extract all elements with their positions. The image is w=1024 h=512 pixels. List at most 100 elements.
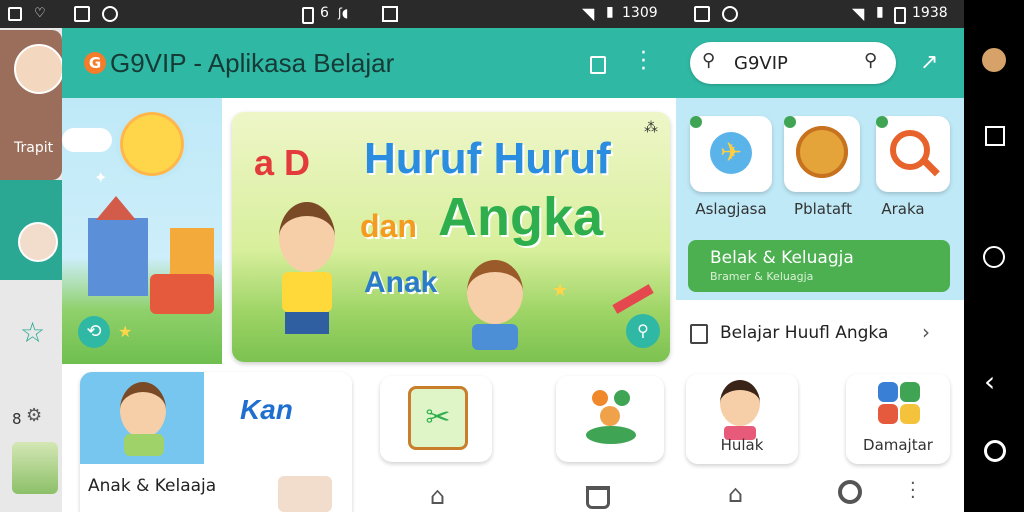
square-icon	[382, 6, 398, 22]
search-icon: ⚲	[702, 50, 716, 71]
girl-character	[460, 260, 530, 350]
more-menu-icon[interactable]: · · ·	[640, 43, 647, 81]
list-item[interactable]: Belajar Huufl Angka ›	[676, 312, 964, 356]
search-icon[interactable]	[838, 480, 862, 504]
tile-label: Aslagjasa	[695, 200, 767, 218]
system-nav-bar: ‹	[964, 0, 1024, 512]
hero-line3: Anak	[364, 266, 438, 299]
window-button[interactable]	[590, 56, 606, 74]
bottom-card-label: Hulak	[720, 436, 764, 454]
image-icon	[8, 7, 22, 21]
left-strip-card[interactable]: Trapit	[0, 30, 64, 180]
green-card[interactable]: Belak & Keluagja Bramer & Keluagja	[688, 240, 950, 292]
star-icon: ★	[552, 280, 569, 301]
castle-roof	[96, 196, 136, 220]
hero-corner-icon: ⁂	[644, 120, 658, 136]
cloud	[62, 128, 112, 152]
search-input[interactable]: G9VIP	[734, 53, 788, 74]
category-card-child[interactable]: Kan Anak & Kelaaja	[80, 372, 352, 512]
sync-icon	[102, 6, 118, 22]
left-banner[interactable]: ✦ ⟲ ★	[62, 98, 222, 364]
signal-icon: ▮	[876, 4, 884, 20]
category-label: Anak & Kelaaja	[88, 476, 217, 496]
bottom-card-hulak[interactable]: Hulak	[686, 374, 798, 464]
vibrate-icon: ʃ◖	[338, 6, 349, 20]
recents-button[interactable]	[985, 126, 1005, 146]
status-time: 1938	[912, 5, 948, 21]
list-item-label: Belajar Huufl Angka	[720, 323, 889, 343]
castle-toy	[88, 218, 148, 296]
image-icon	[694, 6, 710, 22]
left-strip-number: 8	[12, 410, 22, 428]
home-icon[interactable]: ⌂	[430, 482, 445, 510]
more-menu-icon[interactable]: · · ·	[910, 475, 916, 507]
home-icon[interactable]: ⌂	[728, 480, 743, 508]
tile-airplane[interactable]: ✈	[690, 116, 772, 192]
share-button[interactable]: ⟲	[78, 316, 110, 348]
leaf-icon: ✂	[408, 386, 468, 450]
leaf-dot	[784, 116, 796, 128]
puzzle-icon	[878, 382, 922, 426]
app-bar: G G9VIP - Aplikasa Belajar · · ·	[62, 28, 676, 98]
share-icon[interactable]: ↗	[920, 50, 938, 75]
battery-icon	[302, 7, 314, 24]
magnifier-handle	[922, 158, 940, 177]
cup-icon[interactable]	[586, 486, 610, 509]
hero-prefix: a D	[254, 142, 311, 183]
search-box[interactable]: ⚲ G9VIP ⚲	[690, 42, 896, 84]
image-icon	[74, 6, 90, 22]
app-logo: G	[84, 52, 106, 74]
left-strip-label: Trapit	[14, 140, 54, 156]
category-card-leaf[interactable]: ✂	[380, 376, 492, 462]
boy-thumbnail	[278, 476, 332, 512]
bottom-card-damajtar[interactable]: Damajtar	[846, 374, 950, 464]
back-button[interactable]: ‹	[984, 368, 995, 396]
book-icon	[690, 324, 708, 344]
zoom-button[interactable]: ⚲	[626, 314, 660, 348]
child-thumbnail	[80, 372, 204, 464]
avatar[interactable]	[982, 48, 1006, 72]
search-icon[interactable]: ⚲	[864, 50, 877, 71]
left-avatar-small[interactable]	[18, 222, 58, 262]
hero-banner[interactable]: a D Huruf Huruf dan Angka Anak ★ ⁂ ⚲	[232, 112, 670, 362]
center-status-bar: 6 ʃ◖ ◥ ▮ 1309	[62, 0, 676, 28]
sun-character	[116, 108, 188, 180]
tile-search[interactable]	[876, 116, 950, 192]
airplane-icon: ✈	[710, 132, 752, 174]
green-card-subtitle: Bramer & Keluagja	[710, 270, 814, 283]
girl-icon	[718, 380, 762, 440]
bottom-card-label: Damajtar	[863, 436, 933, 454]
star-icon[interactable]: ☆	[20, 316, 45, 349]
assistant-icon[interactable]	[984, 440, 1006, 462]
leaf-dot	[690, 116, 702, 128]
star-icon: ★	[118, 322, 133, 341]
carrier-text: 6	[320, 5, 329, 21]
crayon	[612, 284, 654, 314]
wifi-icon: ◥	[582, 4, 595, 23]
avatar	[14, 44, 64, 94]
shield-icon: ♡	[34, 6, 46, 21]
wifi-icon: ◥	[852, 4, 865, 23]
hero-line2b: Angka	[438, 187, 604, 247]
brand-logo: Kan	[240, 394, 293, 425]
tile-label: Araka	[881, 200, 925, 218]
boy-character	[272, 202, 342, 334]
left-strip-status: ♡	[0, 0, 62, 28]
category-card-tree[interactable]	[556, 376, 664, 462]
hero-line2a: dan	[360, 208, 417, 244]
left-thumbnail[interactable]	[12, 442, 58, 494]
signal-icon: ▮	[606, 4, 614, 20]
sync-icon	[722, 6, 738, 22]
tile-lion[interactable]	[784, 116, 860, 192]
leaf-dot	[876, 116, 888, 128]
right-status-bar: ◥ ▮ 1938	[676, 0, 964, 28]
home-button[interactable]	[983, 246, 1005, 268]
tree-icon	[586, 390, 636, 444]
chevron-right-icon: ›	[922, 320, 930, 344]
app-title: G9VIP - Aplikasa Belajar	[110, 48, 395, 78]
green-card-title: Belak & Keluagja	[710, 248, 854, 268]
hero-line1: Huruf Huruf	[364, 134, 611, 183]
lion-icon	[796, 126, 848, 178]
toy-truck	[150, 274, 214, 314]
star-icon: ✦	[94, 168, 108, 187]
